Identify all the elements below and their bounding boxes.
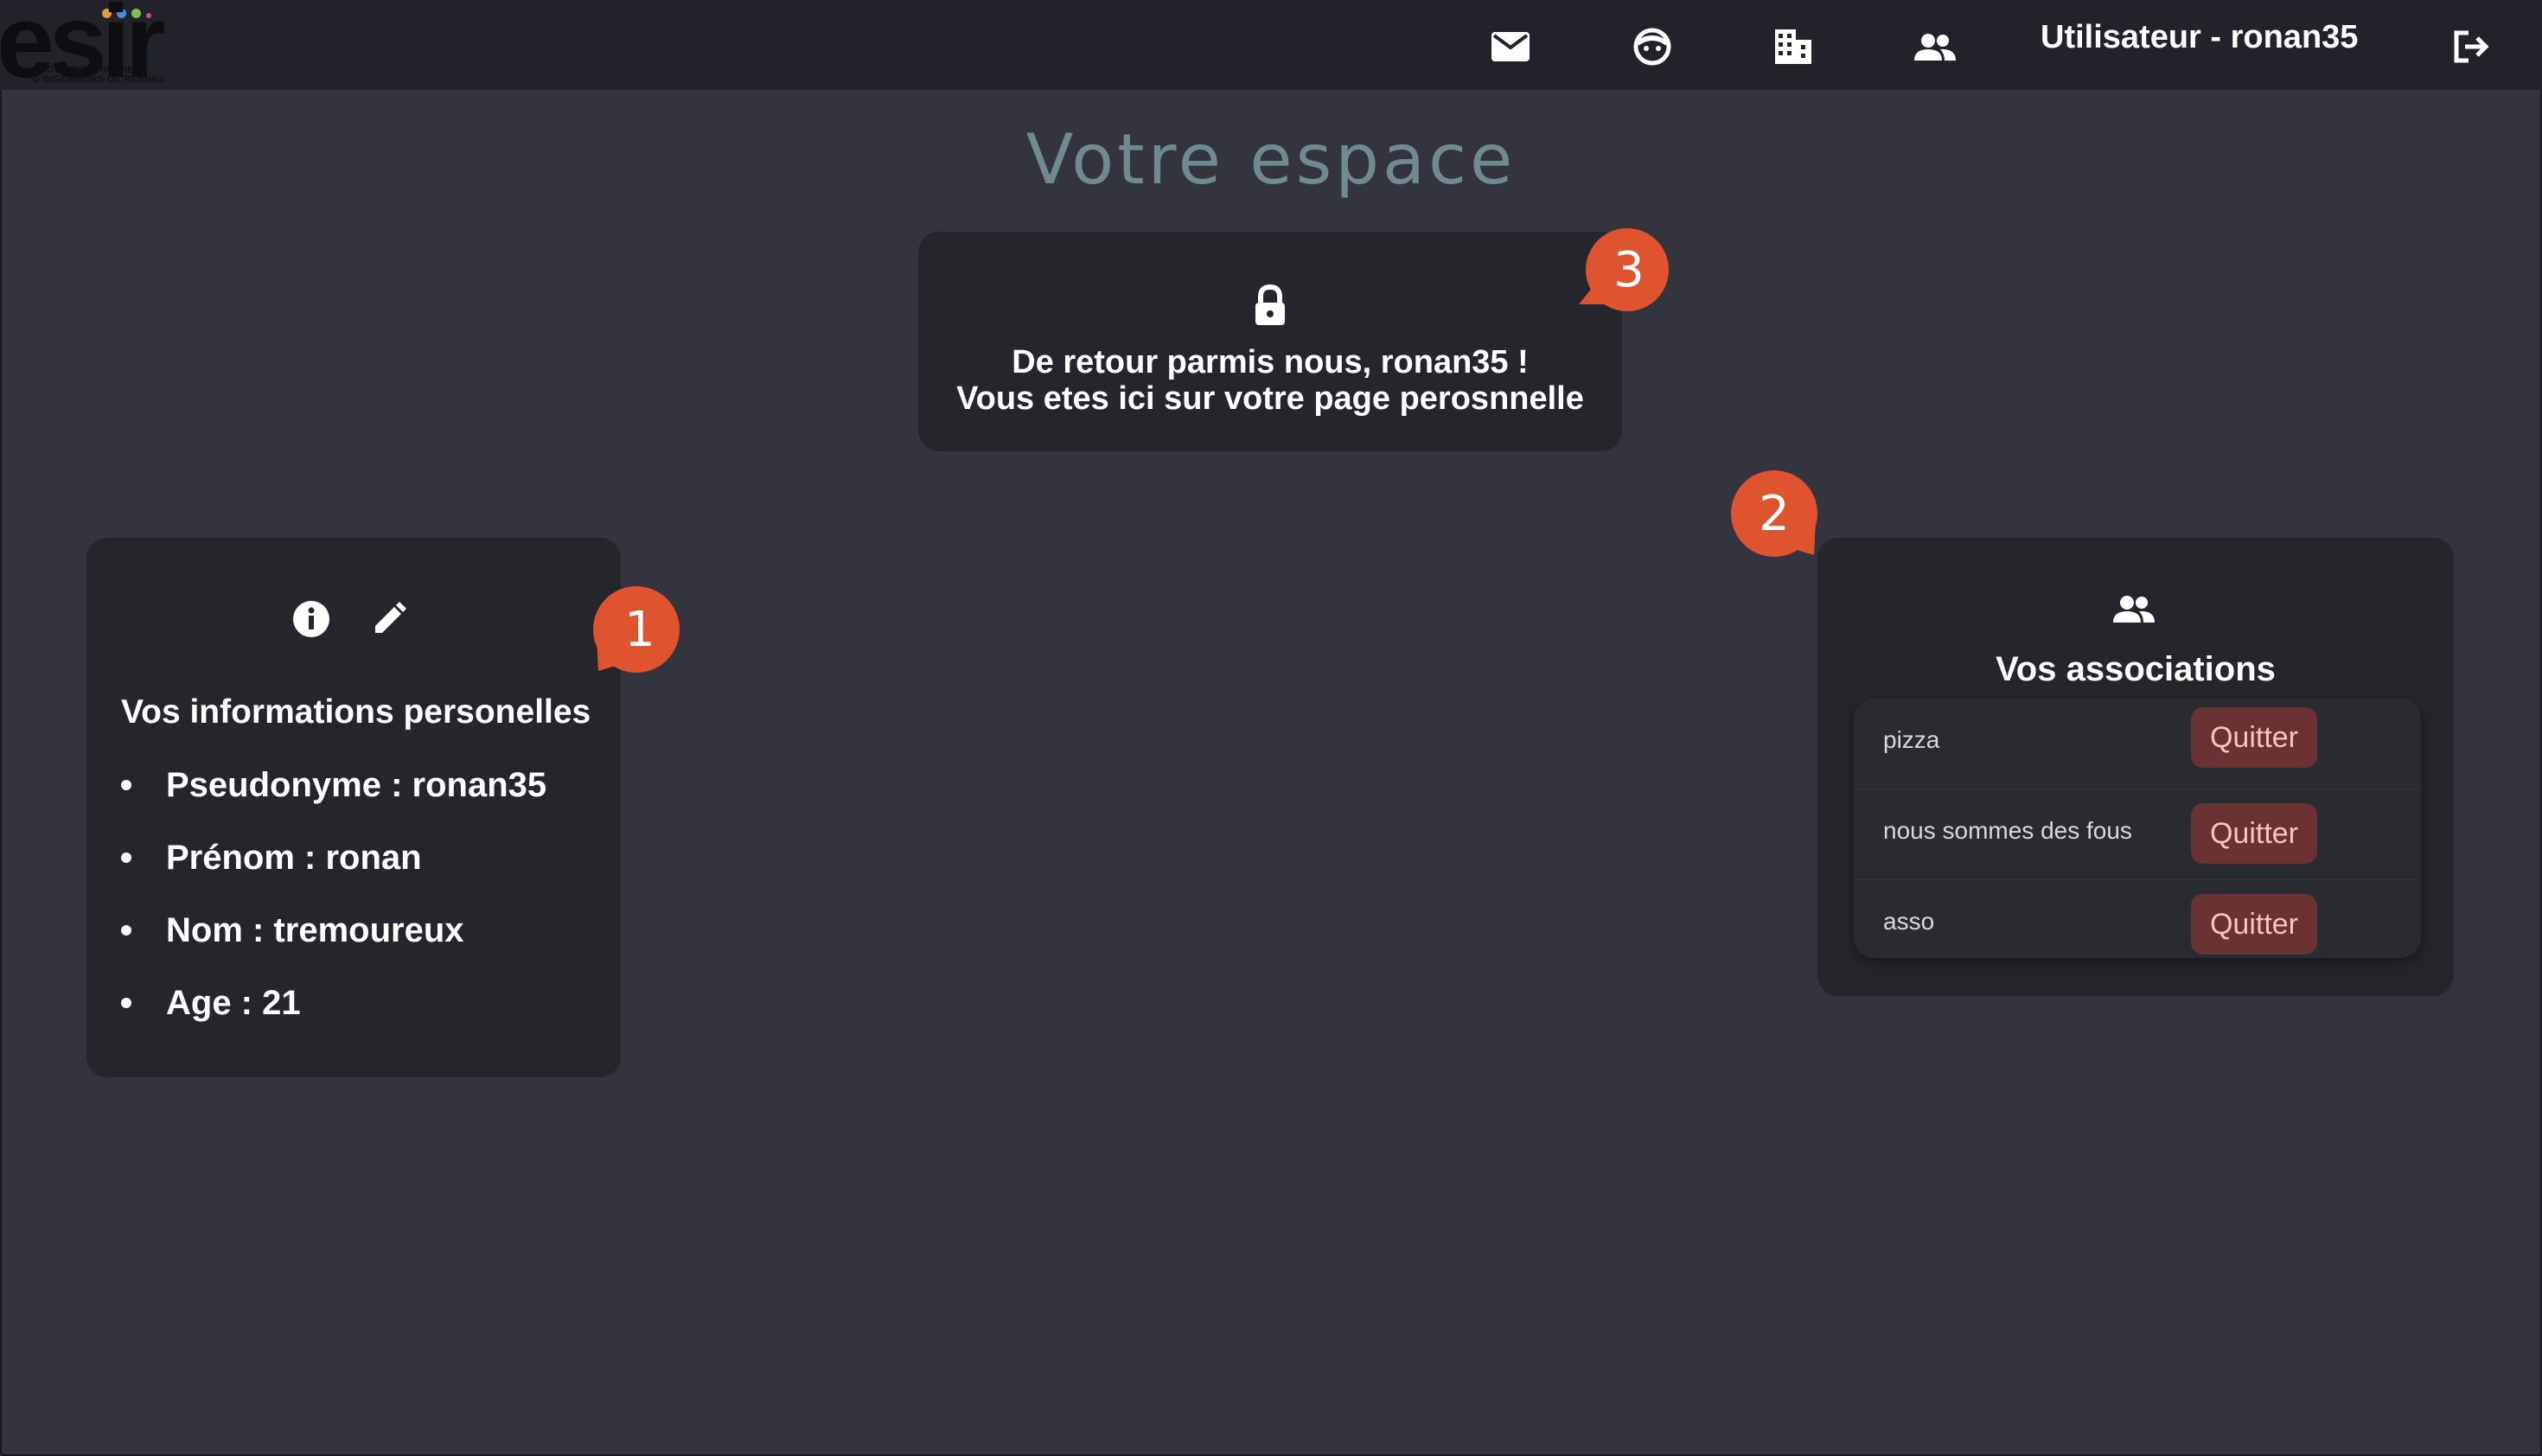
associations-card: Vos associations pizza Quitter nous somm… bbox=[1817, 538, 2454, 996]
info-item-nom: Nom : tremoureux bbox=[121, 910, 546, 982]
step-number: 2 bbox=[1759, 485, 1790, 542]
info-item-prenom: Prénom : ronan bbox=[121, 837, 546, 910]
step-number: 3 bbox=[1613, 241, 1645, 298]
association-name: asso bbox=[1883, 908, 1935, 935]
info-title: Vos informations personelles bbox=[121, 693, 591, 731]
welcome-line-1: De retour parmis nous, ronan35 ! bbox=[1012, 344, 1529, 380]
personal-info-card: Vos informations personelles Pseudonyme … bbox=[86, 538, 621, 1077]
group-icon bbox=[2113, 595, 2155, 627]
logo-tagline: ÉCOLE SUPÉRIEURE D'INGÉNIEURS DE RENNES bbox=[33, 65, 165, 85]
step-number: 1 bbox=[624, 601, 655, 658]
building-icon[interactable] bbox=[1771, 24, 1816, 69]
step-badge-3: 3 bbox=[1579, 225, 1669, 315]
association-name: nous sommes des fous bbox=[1883, 817, 2132, 844]
quit-button[interactable]: Quitter bbox=[2191, 894, 2317, 955]
step-badge-2: 2 bbox=[1731, 469, 1821, 559]
info-item-age: Age : 21 bbox=[121, 982, 546, 1055]
quit-button[interactable]: Quitter bbox=[2191, 707, 2317, 768]
welcome-message: De retour parmis nous, ronan35 ! Vous et… bbox=[918, 344, 1622, 417]
associations-title: Vos associations bbox=[1996, 650, 2276, 688]
mail-icon[interactable] bbox=[1488, 24, 1533, 69]
association-name: pizza bbox=[1883, 726, 1940, 753]
info-card-actions bbox=[292, 595, 465, 647]
edit-icon[interactable] bbox=[372, 602, 406, 641]
lock-icon bbox=[1249, 284, 1292, 331]
esir-logo[interactable]: esir ÉCOLE SUPÉRIEURE D'INGÉNIEURS DE RE… bbox=[0, 0, 190, 93]
info-icon[interactable] bbox=[292, 600, 330, 642]
welcome-line-2: Vous etes ici sur votre page perosnnelle bbox=[956, 380, 1584, 417]
list-item: nous sommes des fous Quitter bbox=[1854, 789, 2421, 880]
logout-icon[interactable] bbox=[2449, 24, 2494, 69]
info-item-pseudonyme: Pseudonyme : ronan35 bbox=[121, 764, 546, 837]
face-icon[interactable] bbox=[1630, 24, 1675, 69]
step-badge-1: 1 bbox=[590, 584, 680, 674]
group-icon[interactable] bbox=[1913, 24, 1958, 69]
list-item: pizza Quitter bbox=[1854, 699, 2421, 789]
page-title: Votre espace bbox=[1025, 119, 1517, 200]
user-label: Utilisateur - ronan35 bbox=[2041, 19, 2359, 55]
quit-button[interactable]: Quitter bbox=[2191, 803, 2317, 864]
welcome-card: De retour parmis nous, ronan35 ! Vous et… bbox=[918, 232, 1622, 451]
associations-list: pizza Quitter nous sommes des fous Quitt… bbox=[1854, 699, 2421, 958]
top-bar: esir ÉCOLE SUPÉRIEURE D'INGÉNIEURS DE RE… bbox=[0, 0, 2542, 93]
list-item: asso Quitter bbox=[1854, 880, 2421, 958]
info-list: Pseudonyme : ronan35 Prénom : ronan Nom … bbox=[121, 764, 546, 1055]
